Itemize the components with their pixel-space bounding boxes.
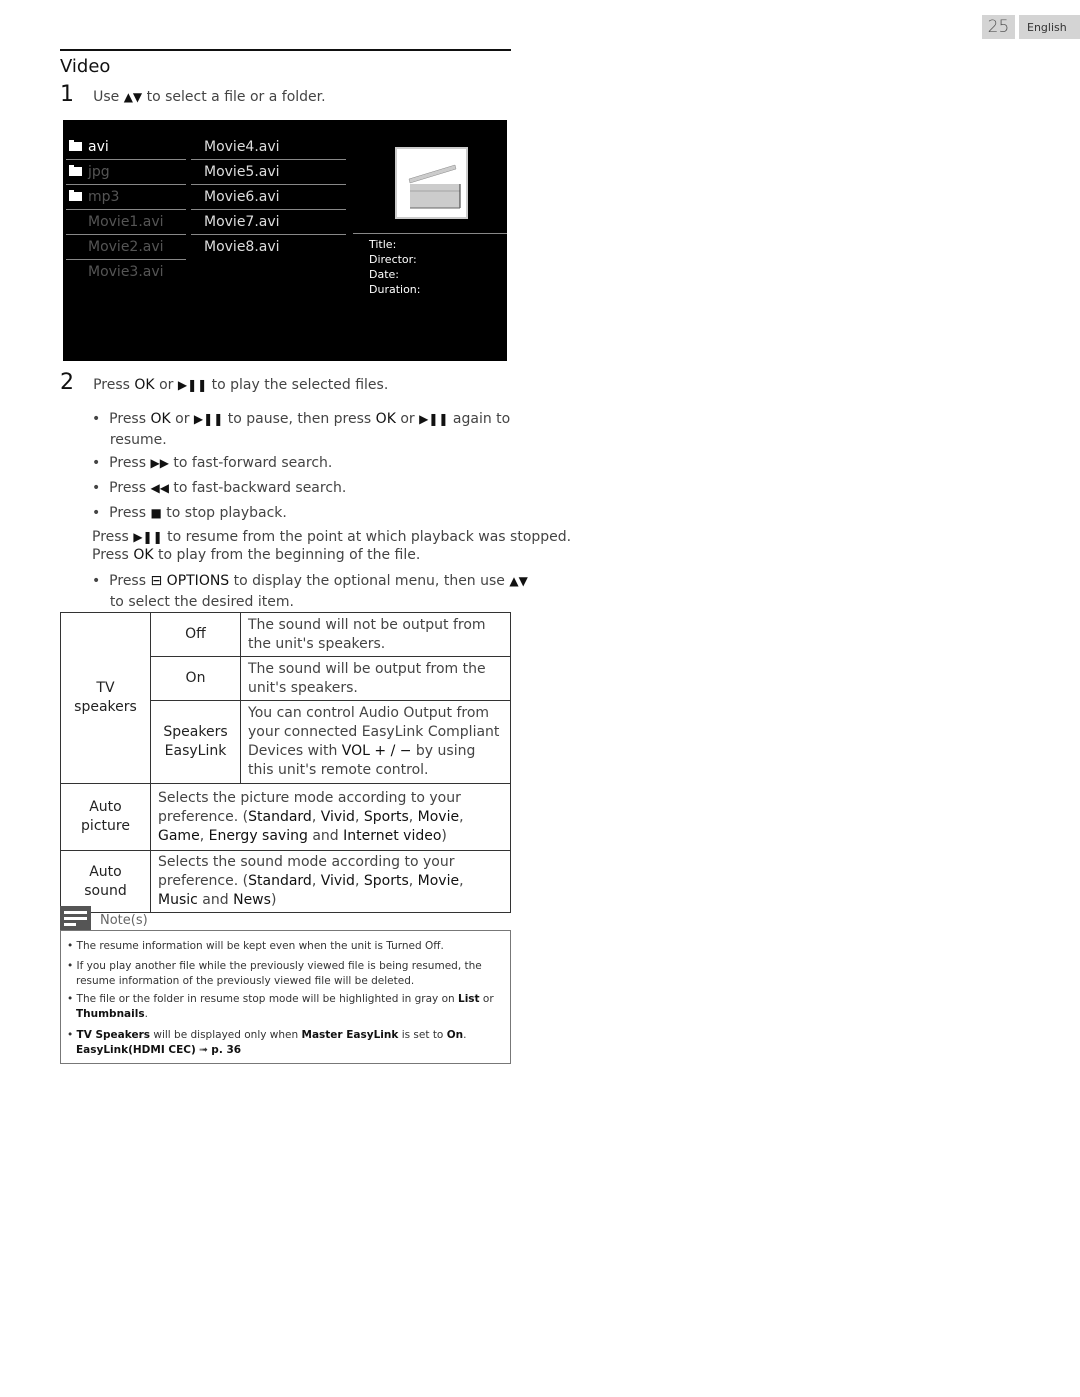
fast-forward-icon: ▶▶ [150, 456, 169, 470]
item-label: avi [88, 139, 109, 155]
option-off-desc: The sound will not be output from the un… [240, 612, 511, 657]
section-rule [60, 49, 511, 51]
text: or [159, 377, 174, 393]
divider [191, 234, 346, 235]
note-item: • The resume information will be kept ev… [67, 940, 444, 952]
note-icon [60, 906, 91, 930]
divider [66, 209, 186, 210]
folder-icon [69, 190, 82, 201]
page-reference[interactable]: p. 36 [211, 1044, 241, 1056]
video-thumbnail [395, 147, 468, 219]
step-1: 1 Use ▲▼ to select a file or a folder. [60, 82, 326, 107]
bullet-fast-backward: • Press ◀◀ to fast-backward search. [92, 480, 347, 496]
auto-picture-desc: Selects the picture mode according to yo… [150, 783, 511, 851]
bullet-fast-forward: • Press ▶▶ to fast-forward search. [92, 455, 333, 471]
bullet-pause: • Press OK or ▶❚❚ to pause, then press O… [92, 411, 511, 448]
auto-sound-desc: Selects the sound mode according to your… [150, 850, 511, 913]
folder-mp3[interactable]: mp3 [69, 186, 119, 208]
up-down-arrow-icon: ▲▼ [509, 574, 528, 588]
text: to play the selected files. [211, 377, 389, 393]
info-title-label: Title: [369, 238, 397, 251]
text: Press [93, 377, 130, 393]
info-duration-label: Duration: [369, 283, 421, 296]
note-item: • The file or the folder in resume stop … [67, 993, 494, 1020]
easylink-link[interactable]: EasyLink(HDMI CEC) [76, 1044, 196, 1056]
divider [191, 209, 346, 210]
divider [191, 159, 346, 160]
auto-sound-label: Auto sound [60, 850, 151, 913]
note-item: • TV Speakers will be displayed only whe… [67, 1029, 467, 1056]
play-pause-icon: ▶❚❚ [133, 530, 163, 544]
folder-avi[interactable]: avi [69, 136, 109, 158]
notes-box: • The resume information will be kept ev… [60, 930, 511, 1064]
info-date-label: Date: [369, 268, 399, 281]
text: Use [93, 89, 120, 105]
folder-icon [69, 140, 82, 151]
resume-paragraph: Press ▶❚❚ to resume from the point at wh… [92, 529, 572, 563]
language-tab: English [1019, 15, 1080, 39]
divider [353, 233, 507, 234]
media-browser-screen: avi jpg mp3 Movie1.avi Movie2.avi Movie3… [63, 120, 507, 361]
section-title: Video [60, 56, 111, 77]
step-number: 2 [60, 370, 74, 395]
divider [66, 184, 186, 185]
folder-jpg[interactable]: jpg [69, 161, 110, 183]
rewind-icon: ◀◀ [150, 481, 169, 495]
tv-speakers-label: TV speakers [60, 612, 151, 784]
up-down-arrow-icon: ▲▼ [123, 90, 143, 104]
option-easylink-desc: You can control Audio Output from your c… [240, 700, 511, 784]
file-item[interactable]: Movie3.avi [88, 261, 164, 283]
notes-label: Note(s) [100, 913, 148, 928]
item-label: mp3 [88, 189, 120, 205]
bullet-stop: • Press ■ to stop playback. [92, 505, 287, 521]
play-pause-icon: ▶❚❚ [177, 378, 208, 392]
option-on: On [150, 656, 241, 701]
info-director-label: Director: [369, 253, 417, 266]
options-table: TV speakers Off The sound will not be ou… [60, 612, 511, 913]
divider [66, 259, 186, 260]
file-item[interactable]: Movie8.avi [204, 236, 280, 258]
text: to select a file or a folder. [146, 89, 326, 105]
step-number: 1 [60, 82, 74, 107]
folder-icon [69, 165, 82, 176]
item-label: jpg [88, 164, 110, 180]
bullet-options: • Press ⊟ OPTIONS to display the optiona… [92, 573, 528, 610]
auto-picture-label: Auto picture [60, 783, 151, 851]
stop-icon: ■ [150, 506, 162, 520]
arrow-right-icon: ➟ [199, 1044, 208, 1056]
divider [66, 234, 186, 235]
divider [191, 184, 346, 185]
file-item[interactable]: Movie5.avi [204, 161, 280, 183]
file-item[interactable]: Movie7.avi [204, 211, 280, 233]
file-item[interactable]: Movie1.avi [88, 211, 164, 233]
options-icon: ⊟ [150, 573, 163, 589]
play-pause-icon: ▶❚❚ [419, 412, 449, 426]
file-item[interactable]: Movie6.avi [204, 186, 280, 208]
file-item[interactable]: Movie4.avi [204, 136, 280, 158]
option-speakers-easylink: Speakers EasyLink [150, 700, 241, 784]
option-off: Off [150, 612, 241, 657]
step-text: Press OK or ▶❚❚ to play the selected fil… [93, 377, 388, 393]
ok-key: OK [134, 377, 155, 393]
step-2: 2 Press OK or ▶❚❚ to play the selected f… [60, 370, 388, 395]
clapperboard-icon [408, 164, 461, 209]
note-item: • If you play another file while the pre… [67, 960, 482, 987]
step-text: Use ▲▼ to select a file or a folder. [93, 89, 326, 105]
play-pause-icon: ▶❚❚ [193, 412, 224, 426]
page-number: 25 [982, 15, 1015, 39]
file-item[interactable]: Movie2.avi [88, 236, 164, 258]
divider [66, 159, 186, 160]
option-on-desc: The sound will be output from the unit's… [240, 656, 511, 701]
